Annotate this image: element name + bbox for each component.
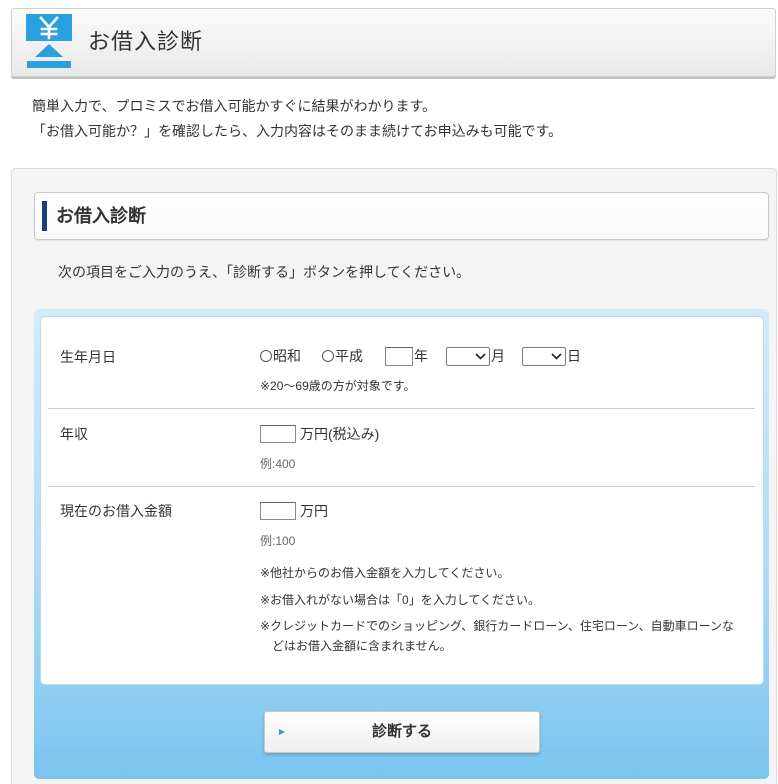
section-heading: お借入診断 <box>34 192 769 240</box>
era-radio-label: 平成 <box>335 348 363 364</box>
current-borrowing-input[interactable] <box>260 502 296 520</box>
year-unit: 年 <box>414 348 428 364</box>
radio-circle-icon[interactable] <box>322 350 334 362</box>
diagnose-button[interactable]: 診断する <box>264 711 540 753</box>
day-unit: 日 <box>567 348 581 364</box>
birth-day-select[interactable] <box>522 347 566 366</box>
annual-income-unit: 万円(税込み) <box>300 426 380 442</box>
heading-marker <box>42 201 47 231</box>
chevron-down-icon <box>475 353 486 360</box>
current-borrowing-unit: 万円 <box>300 503 328 519</box>
annual-income-input[interactable] <box>260 425 296 443</box>
intro-text: 簡単入力で、プロミスでお借入可能かすぐに結果がわかります。 「お借入可能か？」を… <box>32 94 562 144</box>
form-instruction: 次の項目をご入力のうえ、「診断する」ボタンを押してください。 <box>58 264 471 280</box>
month-unit: 月 <box>491 348 505 364</box>
row-divider <box>48 486 755 487</box>
era-radio-heisei[interactable]: 平成 <box>322 346 363 366</box>
birth-date-label: 生年月日 <box>60 349 116 365</box>
page-title: お借入診断 <box>88 29 204 54</box>
form-box: 生年月日 昭和 平成 年 月 日 ※20～69歳の方が対象です。 年収 万円(税… <box>41 317 763 684</box>
era-radio-label: 昭和 <box>273 348 301 364</box>
intro-line: 「お借入可能か？」を確認したら、入力内容はそのまま続けてお申込みも可能です。 <box>32 123 563 139</box>
current-borrowing-example: 例:100 <box>260 534 296 548</box>
borrowing-note: ※クレジットカードでのショッピング、銀行カードローン、住宅ローン、自動車ローンな… <box>260 619 734 653</box>
borrowing-note: ※お借入れがない場合は「0」を入力してください。 <box>260 593 541 607</box>
birth-year-input[interactable] <box>385 347 413 366</box>
current-borrowing-label: 現在のお借入金額 <box>60 503 172 519</box>
row-divider <box>48 408 755 409</box>
intro-line: 簡単入力で、プロミスでお借入可能かすぐに結果がわかります。 <box>32 98 437 114</box>
radio-circle-icon[interactable] <box>260 350 272 362</box>
yen-upload-icon <box>26 14 72 68</box>
era-radio-showa[interactable]: 昭和 <box>260 346 301 366</box>
form-panel: 生年月日 昭和 平成 年 月 日 ※20～69歳の方が対象です。 年収 万円(税… <box>34 309 769 779</box>
birth-month-select[interactable] <box>446 347 490 366</box>
annual-income-example: 例:400 <box>260 457 296 471</box>
chevron-down-icon <box>551 353 562 360</box>
borrowing-note: ※他社からのお借入金額を入力してください。 <box>260 566 510 580</box>
section-heading-text: お借入診断 <box>56 206 146 226</box>
annual-income-label: 年収 <box>60 426 88 442</box>
age-note: ※20～69歳の方が対象です。 <box>260 379 416 393</box>
diagnose-button-label: 診断する <box>371 723 432 740</box>
diagnosis-panel: お借入診断 次の項目をご入力のうえ、「診断する」ボタンを押してください。 生年月… <box>11 168 777 784</box>
page-header: お借入診断 <box>11 8 776 77</box>
